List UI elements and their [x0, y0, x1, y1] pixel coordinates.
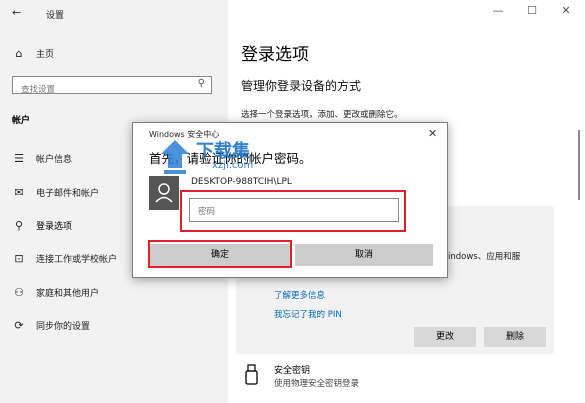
security-key-title[interactable]: 安全密钥 — [274, 363, 310, 376]
key-icon: ⚲ — [14, 218, 24, 232]
usb-key-icon — [244, 364, 260, 386]
security-key-desc: 使用物理安全密钥登录 — [274, 379, 360, 389]
minimize-button[interactable]: — — [488, 4, 508, 17]
forgot-pin-link[interactable]: 我忘记了我的 PIN — [274, 308, 342, 320]
scrollbar[interactable] — [578, 130, 580, 200]
search-box[interactable]: ⚲ — [12, 76, 212, 98]
dialog-close-button[interactable]: ✕ — [428, 127, 437, 140]
window-title: 设置 — [46, 11, 65, 21]
search-icon[interactable]: ⚲ — [198, 78, 205, 89]
page-description: 选择一个登录选项，添加、更改或删除它。 — [241, 110, 403, 120]
sidebar-item-family[interactable]: ⚇ 家庭和其他用户 — [0, 279, 228, 305]
cancel-button[interactable]: 取消 — [295, 244, 433, 266]
sync-icon: ⟳ — [14, 318, 24, 332]
mail-icon: ✉ — [14, 185, 24, 199]
sidebar-item-home[interactable]: ⌂ 主页 — [0, 40, 228, 66]
people-icon: ⚇ — [14, 285, 24, 299]
pin-description: indows、应用和服 — [448, 252, 521, 262]
delete-button[interactable]: 删除 — [484, 327, 546, 347]
sidebar-item-sync[interactable]: ⟳ 同步你的设置 — [0, 312, 228, 338]
page-subtitle: 管理你登录设备的方式 — [241, 79, 362, 93]
ok-button-highlight — [148, 240, 292, 268]
home-icon: ⌂ — [15, 46, 23, 60]
briefcase-icon: ⊡ — [14, 251, 24, 265]
close-window-button[interactable]: ✕ — [556, 4, 576, 17]
search-input[interactable] — [13, 82, 191, 98]
watermark-subtext: xzji.com — [212, 160, 254, 171]
person-card-icon: ☰ — [14, 151, 24, 165]
section-title: 帐户 — [12, 116, 31, 126]
back-button[interactable]: ← — [12, 6, 21, 19]
maximize-button[interactable]: ☐ — [522, 4, 542, 17]
account-name: DESKTOP-988TCIH\LPL — [191, 177, 292, 187]
password-highlight — [180, 190, 406, 232]
watermark-logo — [158, 138, 192, 176]
change-button[interactable]: 更改 — [414, 327, 476, 347]
learn-more-link[interactable]: 了解更多信息 — [274, 289, 325, 301]
page-title: 登录选项 — [241, 45, 309, 65]
avatar — [149, 176, 179, 210]
